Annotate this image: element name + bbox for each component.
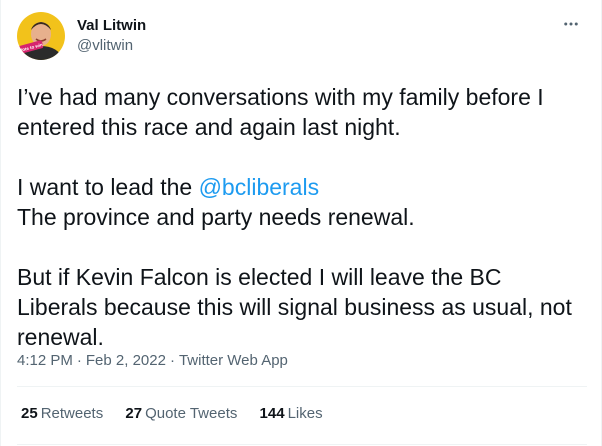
tweet-line: But if Kevin Falcon is elected I will le… bbox=[17, 264, 502, 290]
divider bbox=[17, 386, 587, 387]
avatar-image: Vote to win bbox=[17, 12, 65, 60]
tweet-meta: 4:12 PM · Feb 2, 2022 · Twitter Web App bbox=[17, 351, 288, 371]
tweet-stats: 25 Retweets 27 Quote Tweets 144 Likes bbox=[21, 404, 341, 424]
tweet-line: I want to lead the @bcliberals bbox=[17, 172, 587, 202]
more-horizontal-icon bbox=[564, 22, 578, 26]
tweet-text-segment: I want to lead the bbox=[17, 174, 199, 200]
author-display-name[interactable]: Val Litwin bbox=[77, 16, 146, 36]
more-options-button[interactable] bbox=[559, 12, 583, 36]
meta-separator: · bbox=[169, 352, 175, 369]
avatar[interactable]: Vote to win bbox=[17, 12, 65, 60]
tweet-card: Vote to win Val Litwin @vlitwin I’ve had… bbox=[0, 0, 602, 446]
retweets-stat[interactable]: 25 Retweets bbox=[21, 404, 103, 424]
quotes-label: Quote Tweets bbox=[145, 405, 238, 422]
author-handle[interactable]: @vlitwin bbox=[77, 36, 146, 56]
quotes-count: 27 bbox=[125, 405, 143, 422]
tweet-line: The province and party needs renewal. bbox=[17, 204, 415, 230]
retweets-label: Retweets bbox=[40, 405, 104, 422]
meta-separator: · bbox=[76, 352, 82, 369]
likes-count: 144 bbox=[259, 405, 285, 422]
tweet-line: entered this race and again last night. bbox=[17, 114, 401, 140]
likes-stat[interactable]: 144 Likes bbox=[260, 404, 323, 424]
tweet-date[interactable]: Feb 2, 2022 bbox=[86, 352, 166, 369]
tweet-time[interactable]: 4:12 PM bbox=[17, 352, 73, 369]
likes-label: Likes bbox=[287, 405, 323, 422]
tweet-line: renewal. bbox=[17, 324, 104, 350]
author-names: Val Litwin @vlitwin bbox=[77, 16, 146, 56]
retweets-count: 25 bbox=[21, 405, 38, 422]
quote-tweets-stat[interactable]: 27 Quote Tweets bbox=[125, 404, 237, 424]
tweet-line: I’ve had many conversations with my fami… bbox=[17, 84, 544, 110]
tweet-text: I’ve had many conversations with my fami… bbox=[17, 82, 587, 352]
mention-link[interactable]: @bcliberals bbox=[199, 174, 320, 200]
divider bbox=[17, 444, 587, 445]
tweet-header: Vote to win Val Litwin @vlitwin bbox=[17, 12, 587, 64]
tweet-line: Liberals because this will signal busine… bbox=[17, 294, 572, 320]
tweet-source[interactable]: Twitter Web App bbox=[179, 352, 288, 369]
